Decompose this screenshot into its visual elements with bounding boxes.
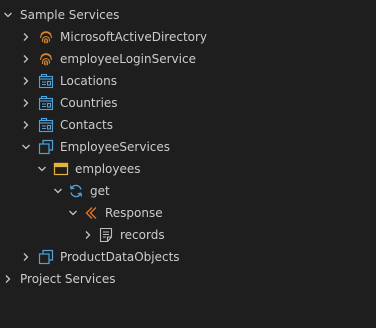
model-icon xyxy=(53,161,69,177)
chevron-down-icon[interactable] xyxy=(52,180,64,202)
chevron-down-icon[interactable] xyxy=(36,158,48,180)
chevron-right-icon[interactable] xyxy=(20,48,32,70)
tree-item-label: employeeLoginService xyxy=(60,52,196,66)
crud-service-icon xyxy=(38,95,54,111)
tree-item-employees[interactable]: employees xyxy=(0,158,376,180)
tree-item-response[interactable]: Response xyxy=(0,202,376,224)
operation-icon xyxy=(68,183,84,199)
tree-item-contacts[interactable]: Contacts xyxy=(0,114,376,136)
tree-item-records[interactable]: records xyxy=(0,224,376,246)
tree-item-label: Contacts xyxy=(60,118,113,132)
fingerprint-icon xyxy=(38,51,54,67)
tree-item-label: MicrosoftActiveDirectory xyxy=(60,30,208,44)
tree-item-label: Locations xyxy=(60,74,118,88)
chevron-down-icon[interactable] xyxy=(67,202,79,224)
chevron-right-icon[interactable] xyxy=(20,26,32,48)
chevron-right-icon[interactable] xyxy=(82,224,94,246)
tree-item-label: EmployeeServices xyxy=(60,140,171,154)
tree-item-label: ProductDataObjects xyxy=(60,250,180,264)
chevron-down-icon[interactable] xyxy=(20,136,32,158)
tree-item-label: Countries xyxy=(60,96,118,110)
chevron-right-icon[interactable] xyxy=(20,114,32,136)
chevron-right-icon[interactable] xyxy=(20,70,32,92)
tree-item-employee-login-service[interactable]: employeeLoginService xyxy=(0,48,376,70)
response-icon xyxy=(83,205,99,221)
object-service-icon xyxy=(38,139,54,155)
tree-item-get[interactable]: get xyxy=(0,180,376,202)
chevron-right-icon[interactable] xyxy=(2,268,14,290)
tree-item-employee-services[interactable]: EmployeeServices xyxy=(0,136,376,158)
tree-item-label: employees xyxy=(75,162,141,176)
tree-item-locations[interactable]: Locations xyxy=(0,70,376,92)
tree-item-microsoft-active-directory[interactable]: MicrosoftActiveDirectory xyxy=(0,26,376,48)
tree-item-label: Response xyxy=(105,206,163,220)
chevron-right-icon[interactable] xyxy=(20,92,32,114)
tree-item-project-services[interactable]: Project Services xyxy=(0,268,376,290)
tree-item-product-data-objects[interactable]: ProductDataObjects xyxy=(0,246,376,268)
tree-item-countries[interactable]: Countries xyxy=(0,92,376,114)
field-icon xyxy=(98,227,114,243)
chevron-right-icon[interactable] xyxy=(20,246,32,268)
crud-service-icon xyxy=(38,117,54,133)
crud-service-icon xyxy=(38,73,54,89)
tree-item-label: get xyxy=(90,184,110,198)
fingerprint-icon xyxy=(38,29,54,45)
object-service-icon xyxy=(38,249,54,265)
service-tree: Sample Services MicrosoftActiveDirectory… xyxy=(0,4,376,290)
tree-item-sample-services[interactable]: Sample Services xyxy=(0,4,376,26)
tree-item-label: Sample Services xyxy=(20,8,120,22)
chevron-down-icon[interactable] xyxy=(2,4,14,26)
tree-item-label: Project Services xyxy=(20,272,116,286)
tree-item-label: records xyxy=(120,228,165,242)
